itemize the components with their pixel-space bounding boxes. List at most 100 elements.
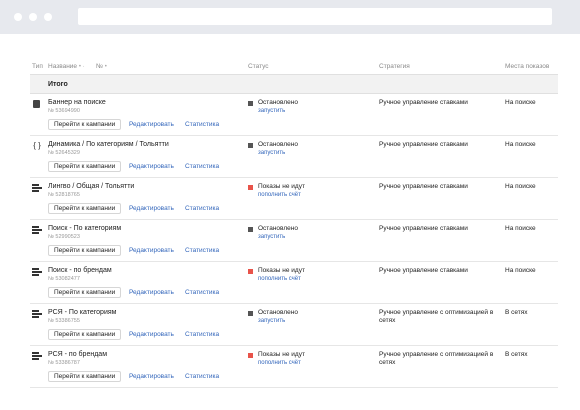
edit-link[interactable]: Редактировать [129,373,174,380]
go-to-campaign-button[interactable]: Перейти к кампании [48,287,122,298]
edit-link[interactable]: Редактировать [129,121,174,128]
places-text: На поиске [505,99,536,106]
browser-titlebar [0,0,580,34]
statistics-link[interactable]: Статистика [185,373,219,380]
strategy-text: Ручное управление ставками [379,225,468,232]
places-text: В сетях [505,309,528,316]
text-ad-icon [32,352,42,361]
status-text: Остановлено [258,309,298,316]
go-to-campaign-button[interactable]: Перейти к кампании [48,203,122,214]
sort-indicator-icon: • [78,64,81,70]
edit-link[interactable]: Редактировать [129,289,174,296]
status-action-link[interactable]: запустить [258,150,285,156]
window-close-dot[interactable] [14,13,22,21]
status-text: Показы не идут [258,267,305,274]
go-to-campaign-button[interactable]: Перейти к кампании [48,329,122,340]
status-indicator-icon [248,227,253,232]
header-number[interactable]: № • [96,63,107,70]
campaign-number: № 53082477 [48,276,80,282]
text-ad-icon [32,226,42,235]
status-indicator-icon [248,101,253,106]
status-action-link[interactable]: пополнить счёт [258,192,301,198]
status-text: Показы не идут [258,351,305,358]
status-action-link[interactable]: запустить [258,108,285,114]
header-number-label: № [96,63,103,70]
edit-link[interactable]: Редактировать [129,331,174,338]
text-ad-icon [32,184,42,193]
campaign-name[interactable]: Динамика / По категориям / Тольятти [48,141,169,148]
status-text: Остановлено [258,225,298,232]
browser-window: Тип Название • · № • Статус Стратегия Ме… [0,0,580,410]
go-to-campaign-button[interactable]: Перейти к кампании [48,161,122,172]
campaign-row: { } Динамика / По категориям / Тольятти № … [30,136,558,178]
statistics-link[interactable]: Статистика [185,163,219,170]
status-indicator-icon [248,311,253,316]
campaign-row: Баннер на поиске № 53694990 Перейти к камп… [30,94,558,136]
go-to-campaign-button[interactable]: Перейти к кампании [48,371,122,382]
campaign-number: № 52990523 [48,234,80,240]
statistics-link[interactable]: Статистика [185,331,219,338]
statistics-link[interactable]: Статистика [185,205,219,212]
statistics-link[interactable]: Статистика [185,289,219,296]
window-maximize-dot[interactable] [44,13,52,21]
campaign-row: Поиск - По категориям № 52990523 Перейти к… [30,220,558,262]
strategy-text: Ручное управление с оптимизацией в сетях [379,351,494,366]
text-ad-icon [32,268,42,277]
campaign-name[interactable]: Поиск - По категориям [48,225,121,232]
campaign-name[interactable]: Поиск - по брендам [48,267,112,274]
edit-link[interactable]: Редактировать [129,163,174,170]
status-indicator-icon [248,353,253,358]
go-to-campaign-button[interactable]: Перейти к кампании [48,245,122,256]
window-minimize-dot[interactable] [29,13,37,21]
strategy-text: Ручное управление с оптимизацией в сетях [379,309,494,324]
strategy-text: Ручное управление ставками [379,183,468,190]
header-type: Тип [32,63,43,70]
banner-icon [33,100,40,108]
header-places: Места показов [505,63,550,70]
strategy-text: Ручное управление ставками [379,99,468,106]
campaigns-table: Тип Название • · № • Статус Стратегия Ме… [0,34,580,410]
address-bar[interactable] [78,8,552,25]
header-name[interactable]: Название • · [48,63,85,70]
edit-link[interactable]: Редактировать [129,205,174,212]
places-text: На поиске [505,141,536,148]
header-name-label: Название [48,63,78,70]
status-action-link[interactable]: пополнить счёт [258,276,301,282]
statistics-link[interactable]: Статистика [185,121,219,128]
places-text: На поиске [505,267,536,274]
status-action-link[interactable]: запустить [258,318,285,324]
status-indicator-icon [248,185,253,190]
status-action-link[interactable]: пополнить счёт [258,360,301,366]
go-to-campaign-button[interactable]: Перейти к кампании [48,119,122,130]
status-action-link[interactable]: запустить [258,234,285,240]
places-text: В сетях [505,351,528,358]
campaign-name[interactable]: РСЯ - По категориям [48,309,116,316]
dynamic-braces-icon: { } [33,141,41,150]
campaign-number: № 52645329 [48,150,80,156]
campaign-name[interactable]: Баннер на поиске [48,99,106,106]
status-text: Показы не идут [258,183,305,190]
campaign-name[interactable]: Лингво / Общая / Тольятти [48,183,134,190]
campaign-row: РСЯ - По категориям № 53386755 Перейти к к… [30,304,558,346]
status-text: Остановлено [258,141,298,148]
campaign-name[interactable]: РСЯ - по брендам [48,351,107,358]
strategy-text: Ручное управление ставками [379,267,468,274]
status-indicator-icon [248,269,253,274]
status-indicator-icon [248,143,253,148]
campaign-number: № 52818765 [48,192,80,198]
status-text: Остановлено [258,99,298,106]
campaign-row: Лингво / Общая / Тольятти № 52818765 Перей… [30,178,558,220]
campaign-number: № 53694990 [48,108,80,114]
statistics-link[interactable]: Статистика [185,247,219,254]
edit-link[interactable]: Редактировать [129,247,174,254]
header-strategy: Стратегия [379,63,410,70]
places-text: На поиске [505,183,536,190]
text-ad-icon [32,310,42,319]
places-text: На поиске [505,225,536,232]
campaign-number: № 53386755 [48,318,80,324]
sort-indicator-icon: • [104,64,107,70]
total-row: Итого [30,74,558,94]
strategy-text: Ручное управление ставками [379,141,468,148]
total-label: Итого [48,81,68,88]
campaign-number: № 53386787 [48,360,80,366]
